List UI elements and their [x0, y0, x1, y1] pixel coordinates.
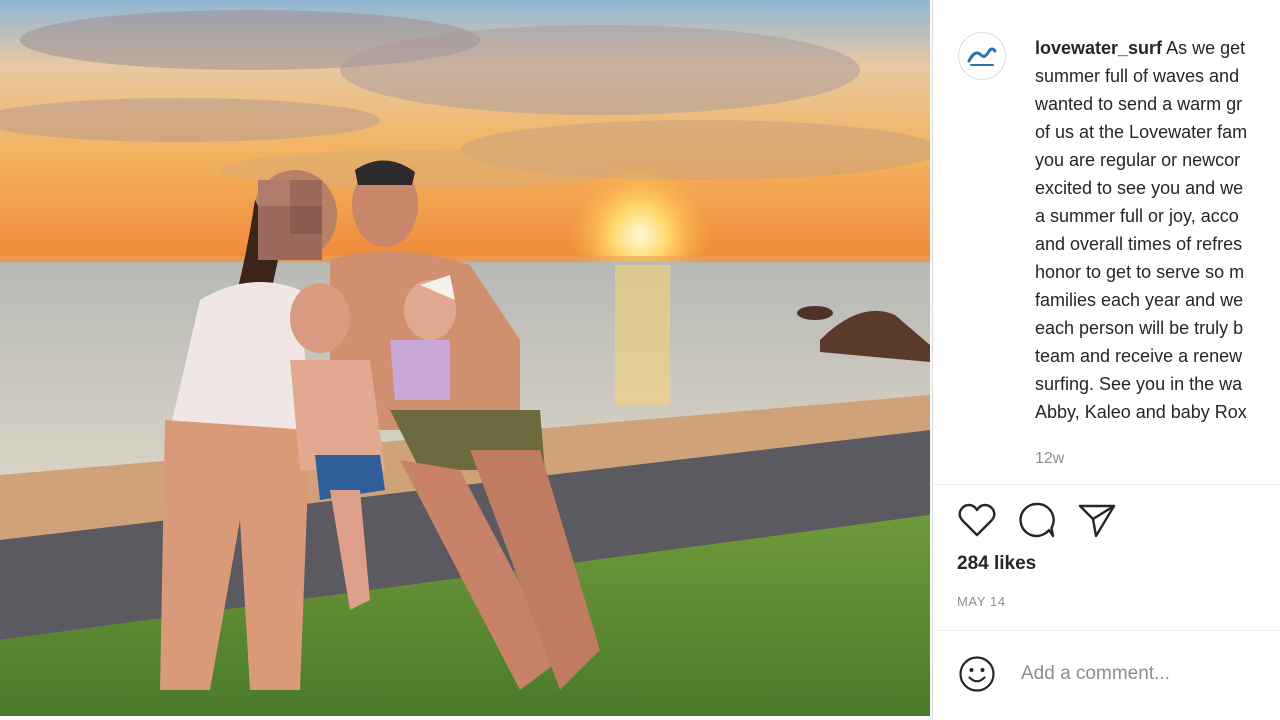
post-details-panel: lovewater_surf As we get summer full of …	[932, 0, 1280, 720]
caption-line: surfing. See you in the wa	[1035, 374, 1243, 394]
profile-avatar[interactable]	[958, 32, 1006, 80]
divider	[933, 484, 1280, 485]
caption-line: wanted to send a warm gr	[1035, 94, 1243, 114]
divider	[933, 630, 1280, 631]
caption-line: of us at the Lovewater fam	[1035, 122, 1248, 142]
like-button[interactable]	[957, 500, 997, 540]
wave-logo-icon	[967, 47, 997, 66]
comment-button[interactable]	[1017, 500, 1057, 540]
caption-line: honor to get to serve so m	[1035, 262, 1245, 282]
add-comment-row	[933, 636, 1280, 712]
post-caption: lovewater_surf As we get summer full of …	[1035, 34, 1280, 426]
smiley-icon	[959, 656, 995, 692]
likes-count[interactable]: 284 likes	[957, 553, 1036, 575]
post-photo[interactable]	[0, 0, 930, 716]
caption-line: and overall times of refres	[1035, 234, 1243, 254]
comment-input[interactable]	[1019, 662, 1263, 686]
sunset-family-photo	[0, 0, 930, 716]
caption-line: summer full of waves and	[1035, 66, 1240, 86]
caption-line: a summer full or joy, acco	[1035, 206, 1239, 226]
post-actions	[957, 500, 1117, 540]
comment-bubble-icon	[1019, 502, 1055, 538]
caption-line: you are regular or newcor	[1035, 150, 1241, 170]
caption-timestamp[interactable]: 12w	[1035, 450, 1064, 468]
caption-text: As we get	[1166, 38, 1246, 58]
paper-plane-icon	[1078, 504, 1116, 538]
caption-username[interactable]: lovewater_surf	[1035, 38, 1162, 58]
post-date[interactable]: MAY 14	[957, 594, 1006, 609]
caption-line: families each year and we	[1035, 290, 1244, 310]
emoji-button[interactable]	[957, 654, 997, 694]
caption-line: team and receive a renew	[1035, 346, 1243, 366]
caption-line: Abby, Kaleo and baby Rox	[1035, 402, 1247, 422]
caption-line: each person will be truly b	[1035, 318, 1244, 338]
share-button[interactable]	[1077, 500, 1117, 540]
heart-icon	[958, 503, 996, 537]
caption-line: excited to see you and we	[1035, 178, 1244, 198]
